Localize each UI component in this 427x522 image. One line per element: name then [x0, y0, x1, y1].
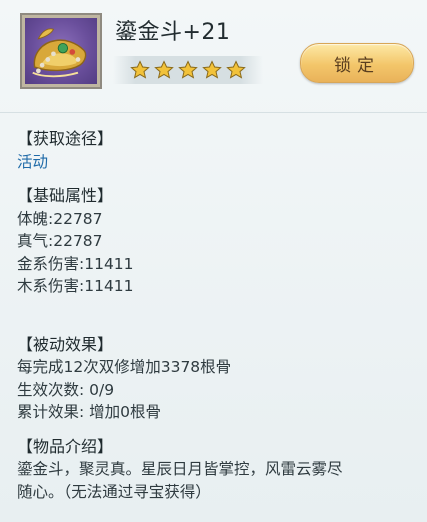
- item-title: 鎏金斗+21: [115, 20, 231, 45]
- attr-line: 体魄:22787: [17, 209, 103, 228]
- acquire-section-title: 【获取途径】: [17, 129, 114, 148]
- item-header: 鎏金斗+21 锁定: [0, 0, 427, 113]
- attr-line: 木系伤害:11411: [17, 277, 134, 295]
- star-icon: [202, 60, 222, 79]
- acquire-link[interactable]: 活动: [17, 151, 417, 174]
- passive-line: 生效次数: 0/9: [17, 380, 115, 399]
- item-tooltip-panel: 鎏金斗+21 锁定 【获取途径】 活动 【基础属性】 体魄:22787 真气:2…: [0, 0, 427, 522]
- base-attr-section-title: 【基础属性】: [17, 186, 114, 205]
- intro-section-title: 【物品介绍】: [17, 436, 114, 456]
- lock-button[interactable]: 锁定: [300, 43, 414, 83]
- star-icon: [154, 60, 174, 79]
- star-icon: [130, 60, 150, 79]
- passive-section-title: 【被动效果】: [17, 334, 114, 354]
- star-rating: [113, 56, 263, 84]
- passive-line: 每完成12次双修增加3378根骨: [17, 358, 232, 376]
- attr-line: 金系伤害:11411: [17, 254, 134, 273]
- star-icon: [226, 60, 246, 79]
- star-icon: [178, 60, 198, 79]
- golden-dou-icon: [25, 18, 97, 84]
- intro-line: 鎏金斗，聚灵真。星辰日月皆掌控，风雷云雾尽: [17, 460, 343, 478]
- passive-line: 累计效果: 增加0根骨: [17, 403, 162, 421]
- attr-line: 真气:22787: [17, 232, 103, 250]
- item-details: 【获取途径】 活动 【基础属性】 体魄:22787 真气:22787 金系伤害:…: [17, 128, 417, 503]
- item-icon-frame: [20, 13, 102, 89]
- intro-line: 随心。（无法通过寻宝获得）: [17, 482, 211, 501]
